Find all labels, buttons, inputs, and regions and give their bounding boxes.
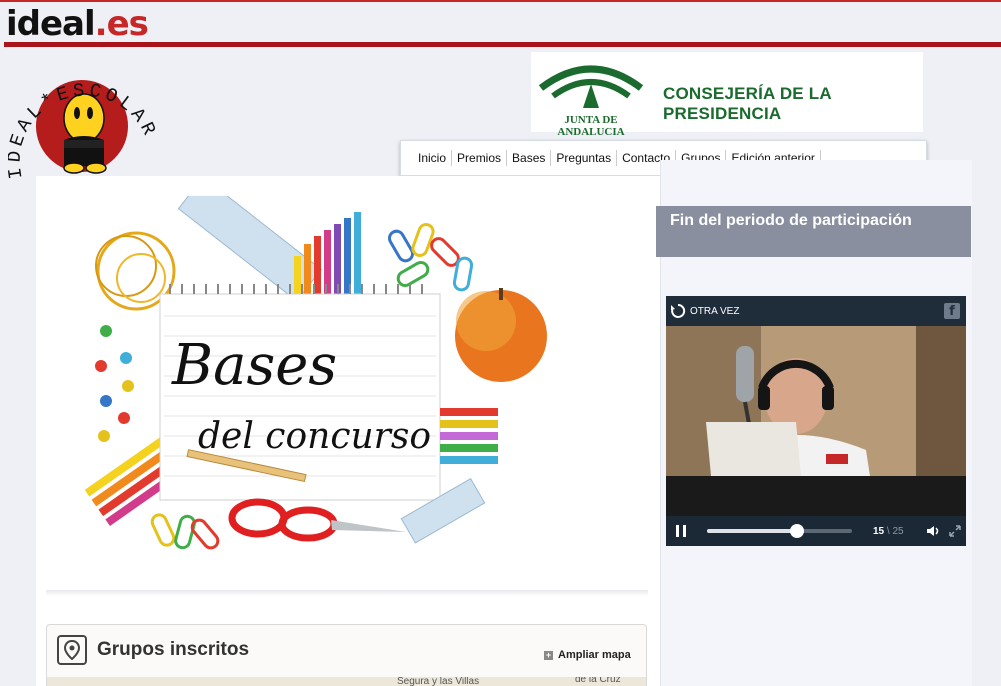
nav-item-inicio[interactable]: Inicio: [413, 150, 453, 166]
participation-status-box: Fin del periodo de participación: [656, 206, 971, 257]
replay-icon[interactable]: [670, 303, 686, 319]
nav-item-bases[interactable]: Bases: [507, 150, 552, 166]
junta-department: CONSEJERÍA DE LA PRESIDENCIA: [663, 84, 832, 123]
pause-icon[interactable]: [676, 525, 686, 537]
video-progress-handle[interactable]: [789, 524, 804, 538]
fullscreen-icon[interactable]: [949, 525, 961, 537]
banner-illustration: Bases del concurso: [84, 196, 547, 550]
grupos-inscritos-card: Grupos inscritos + Ampliar mapa Segura y…: [46, 624, 647, 686]
banner-title-line2: del concurso: [198, 416, 431, 457]
site-logo[interactable]: ideal.es: [6, 4, 149, 44]
header-bar: [4, 42, 1001, 47]
logo-name: ideal: [6, 4, 96, 44]
logo-tld: .es: [94, 4, 149, 44]
content-divider: [46, 590, 648, 596]
junta-org-name: JUNTA DE ANDALUCIA: [557, 114, 625, 138]
nav-item-preguntas[interactable]: Preguntas: [551, 150, 618, 166]
video-total-time: 25: [892, 526, 904, 537]
video-progress-fill: [707, 529, 797, 533]
map-label: de la Cruz: [575, 677, 621, 685]
video-top-bar: OTRA VEZ f: [666, 296, 966, 326]
ampliar-mapa-button[interactable]: + Ampliar mapa: [544, 649, 631, 661]
video-time: 15 \ 25: [873, 526, 904, 537]
nav-item-premios[interactable]: Premios: [452, 150, 508, 166]
ampliar-mapa-label: Ampliar mapa: [558, 649, 631, 661]
video-frame: [666, 326, 966, 516]
facebook-share-icon[interactable]: f: [944, 303, 960, 319]
ideal-escolar-logo[interactable]: IDEAL*ESCOLAR: [3, 48, 173, 183]
video-progress-bar[interactable]: [707, 524, 852, 538]
video-time-separator: \: [886, 526, 890, 537]
plus-icon: +: [544, 649, 553, 660]
banner-title-line1: Bases: [171, 333, 337, 398]
volume-icon[interactable]: [926, 525, 940, 537]
video-player[interactable]: OTRA VEZ f 15 \ 25: [666, 296, 966, 546]
map-pin-icon: [57, 635, 87, 665]
grupos-title: Grupos inscritos: [97, 639, 250, 660]
replay-label[interactable]: OTRA VEZ: [690, 306, 739, 317]
video-controls: 15 \ 25: [666, 516, 966, 546]
groups-map[interactable]: Segura y las Villas de la Cruz: [47, 677, 646, 686]
escolar-logo-graphic: IDEAL*ESCOLAR: [3, 79, 157, 180]
map-label: Segura y las Villas: [397, 677, 480, 686]
participation-status-title: Fin del periodo de participación: [670, 212, 912, 229]
junta-andalucia-banner[interactable]: JUNTA DE ANDALUCIA CONSEJERÍA DE LA PRES…: [531, 52, 923, 138]
top-accent-line: [0, 0, 1001, 2]
video-current-time: 15: [873, 526, 885, 537]
bases-banner-image: Bases del concurso: [46, 196, 648, 588]
